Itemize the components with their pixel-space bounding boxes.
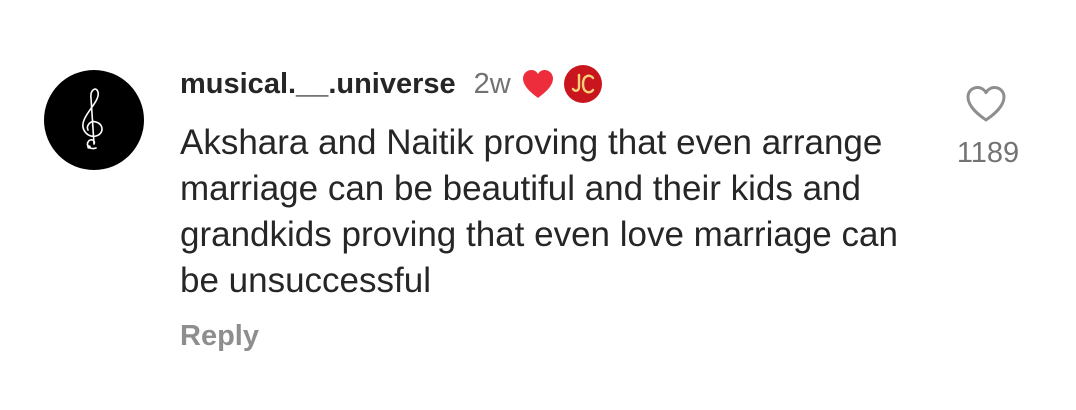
author-avatar[interactable]: [44, 70, 144, 170]
treble-clef-icon: [82, 88, 103, 150]
heart-outline-icon[interactable]: [964, 84, 1008, 124]
creator-monogram-icon: [563, 65, 602, 103]
heart-icon: [521, 69, 555, 99]
comment-timestamp: 2w: [473, 67, 511, 100]
comment-text: Akshara and Naitik proving that even arr…: [180, 123, 898, 300]
author-username[interactable]: musical.__.universe: [180, 68, 456, 101]
comment-item: musical.__.universe 2w Akshara and Naiti…: [0, 0, 1076, 410]
like-count: 1189: [956, 137, 1020, 169]
reply-button[interactable]: Reply: [180, 320, 259, 353]
comment-header: musical.__.universe 2w: [180, 64, 602, 104]
